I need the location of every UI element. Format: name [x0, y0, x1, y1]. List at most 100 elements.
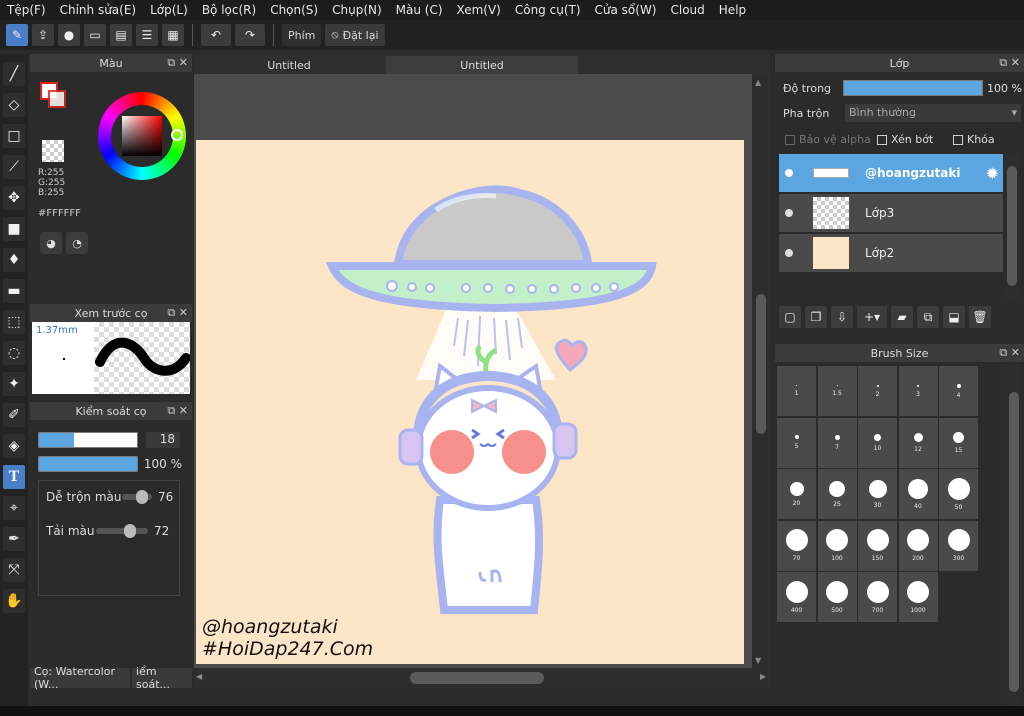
- brush-size-option[interactable]: 5: [777, 417, 816, 468]
- brush-tab[interactable]: Cọ: Watercolor (W...: [30, 665, 130, 691]
- drawing-canvas[interactable]: @hoangzutaki #HoiDap247.Com: [196, 140, 744, 664]
- menu-layer[interactable]: Lớp(L): [143, 3, 195, 17]
- scroll-down-icon[interactable]: ▼: [755, 656, 761, 665]
- eraser-tool-icon[interactable]: ◇: [3, 93, 25, 117]
- canvas-tab[interactable]: Untitled: [194, 56, 384, 74]
- menu-filter[interactable]: Bộ lọc(R): [195, 3, 263, 17]
- trash-icon[interactable]: 🗑: [969, 306, 991, 328]
- menu-view[interactable]: Xem(V): [450, 3, 508, 17]
- reset-button[interactable]: ⦸ Đặt lại: [325, 24, 385, 46]
- select-pen-icon[interactable]: ✐: [3, 403, 25, 427]
- hand-tool-icon[interactable]: ✋: [3, 589, 25, 613]
- grid-icon[interactable]: ▦: [162, 24, 184, 46]
- brush-size-option[interactable]: 12: [898, 417, 938, 468]
- brush-size-option[interactable]: 150: [858, 520, 897, 571]
- transparent-swatch[interactable]: [42, 140, 64, 162]
- brush-size-scroll-thumb[interactable]: [1009, 392, 1019, 692]
- move-tool-icon[interactable]: ✥: [3, 186, 25, 210]
- color-wheel[interactable]: [98, 92, 186, 180]
- visibility-icon[interactable]: [785, 169, 793, 177]
- panel-popout-close-icon[interactable]: ⧉ ✕: [167, 306, 188, 320]
- lock-checkbox[interactable]: Khóa: [953, 133, 995, 146]
- lasso-select-icon[interactable]: ◌: [3, 341, 25, 365]
- scroll-left-icon[interactable]: ◀: [196, 672, 202, 681]
- layer-row[interactable]: @hoangzutaki ✹: [779, 154, 1003, 193]
- brush-size-option[interactable]: 1: [777, 366, 816, 416]
- menu-color[interactable]: Màu (C): [389, 3, 450, 17]
- fill-rect-tool-icon[interactable]: ■: [3, 217, 25, 241]
- brush-size-option[interactable]: 70: [777, 520, 816, 571]
- menu-select[interactable]: Chọn(S): [263, 3, 325, 17]
- brush-size-option[interactable]: 400: [777, 572, 816, 622]
- canvas-horizontal-scrollbar[interactable]: ◀ ▶: [194, 668, 770, 688]
- bucket-tool-icon[interactable]: ♦: [3, 248, 25, 272]
- menu-tools[interactable]: Công cụ(T): [508, 3, 588, 17]
- brush-size-option[interactable]: 1.5: [817, 366, 857, 416]
- new-layer-icon[interactable]: ▢: [779, 306, 801, 328]
- menu-capture[interactable]: Chụp(N): [325, 3, 389, 17]
- hue-handle[interactable]: [171, 129, 183, 141]
- import-layer-icon[interactable]: ⇩: [831, 306, 853, 328]
- message-icon[interactable]: ▭: [84, 24, 106, 46]
- redo-icon[interactable]: ↷: [235, 24, 265, 46]
- line-tool-icon[interactable]: ⟋: [3, 155, 25, 179]
- brush-size-option[interactable]: 10: [858, 417, 897, 468]
- menu-cloud[interactable]: Cloud: [664, 3, 712, 17]
- brush-size-option[interactable]: 20: [777, 469, 816, 519]
- visibility-icon[interactable]: [785, 249, 793, 257]
- brush-size-option[interactable]: 25: [817, 469, 857, 519]
- brush-size-option[interactable]: 4: [939, 366, 978, 416]
- brush-size-option[interactable]: 50: [939, 469, 978, 519]
- brush-size-option[interactable]: 1000: [898, 572, 938, 622]
- vertical-scroll-thumb[interactable]: [756, 294, 766, 434]
- opacity-slider[interactable]: [38, 456, 138, 472]
- layer-scrollbar[interactable]: [1005, 154, 1019, 300]
- select-eraser-icon[interactable]: ◈: [3, 434, 25, 458]
- brush-size-option[interactable]: 300: [939, 520, 978, 571]
- menu-file[interactable]: Tệp(F): [0, 3, 53, 17]
- copy-layer-icon[interactable]: ❐: [805, 306, 827, 328]
- brush-size-option[interactable]: 30: [858, 469, 897, 519]
- panel-popout-close-icon[interactable]: ⧉ ✕: [999, 56, 1020, 70]
- layer-scroll-thumb[interactable]: [1007, 166, 1017, 286]
- brush-size-option[interactable]: 7: [817, 417, 857, 468]
- gear-icon[interactable]: ✹: [986, 164, 999, 183]
- menu-window[interactable]: Cửa sổ(W): [588, 3, 664, 17]
- undo-icon[interactable]: ↶: [201, 24, 231, 46]
- text-tool-icon[interactable]: T: [3, 465, 25, 489]
- panel-popout-close-icon[interactable]: ⧉ ✕: [999, 346, 1020, 360]
- canvas-vertical-scrollbar[interactable]: ▲ ▼: [752, 74, 770, 668]
- brush-tool-icon[interactable]: ╱: [3, 62, 25, 86]
- brush-size-option[interactable]: 700: [858, 572, 897, 622]
- brush-size-option[interactable]: 3: [898, 366, 938, 416]
- visibility-icon[interactable]: [785, 209, 793, 217]
- rect-select-icon[interactable]: ⬚: [3, 310, 25, 334]
- palette-button[interactable]: ◕: [40, 232, 62, 254]
- snap-icon[interactable]: ✎: [6, 24, 28, 46]
- magic-wand-icon[interactable]: ✦: [3, 372, 25, 396]
- gradient-tool-icon[interactable]: ▬: [3, 279, 25, 303]
- brush-size-option[interactable]: 15: [939, 417, 978, 468]
- load-slider[interactable]: [96, 524, 148, 538]
- layer-row[interactable]: Lớp3: [779, 194, 1003, 233]
- add-layer-menu-icon[interactable]: +▾: [857, 306, 887, 328]
- pen-tool-icon[interactable]: ✒: [3, 527, 25, 551]
- eyedropper-icon[interactable]: ⤧: [3, 558, 25, 582]
- brush-size-option[interactable]: 200: [898, 520, 938, 571]
- size-value[interactable]: 18: [146, 432, 180, 448]
- folder-icon[interactable]: ▰: [891, 306, 913, 328]
- layer-row[interactable]: Lớp2: [779, 234, 1003, 273]
- scroll-right-icon[interactable]: ▶: [760, 672, 766, 681]
- protect-alpha-checkbox[interactable]: Bảo vệ alpha: [785, 133, 871, 146]
- layer-opacity-slider[interactable]: [843, 80, 983, 96]
- scroll-up-icon[interactable]: ▲: [755, 78, 761, 87]
- brush-size-option[interactable]: 2: [858, 366, 897, 416]
- select-move-icon[interactable]: ⌖: [3, 496, 25, 520]
- brush-size-option[interactable]: 40: [898, 469, 938, 519]
- blend-mode-select[interactable]: Bình thường ▾: [845, 104, 1021, 122]
- chat-icon[interactable]: ●: [58, 24, 80, 46]
- brush-control-tab[interactable]: iểm soát...: [132, 665, 192, 691]
- panel-popout-close-icon[interactable]: ⧉ ✕: [167, 404, 188, 418]
- blend-slider[interactable]: [122, 490, 152, 504]
- brush-size-option[interactable]: 100: [817, 520, 857, 571]
